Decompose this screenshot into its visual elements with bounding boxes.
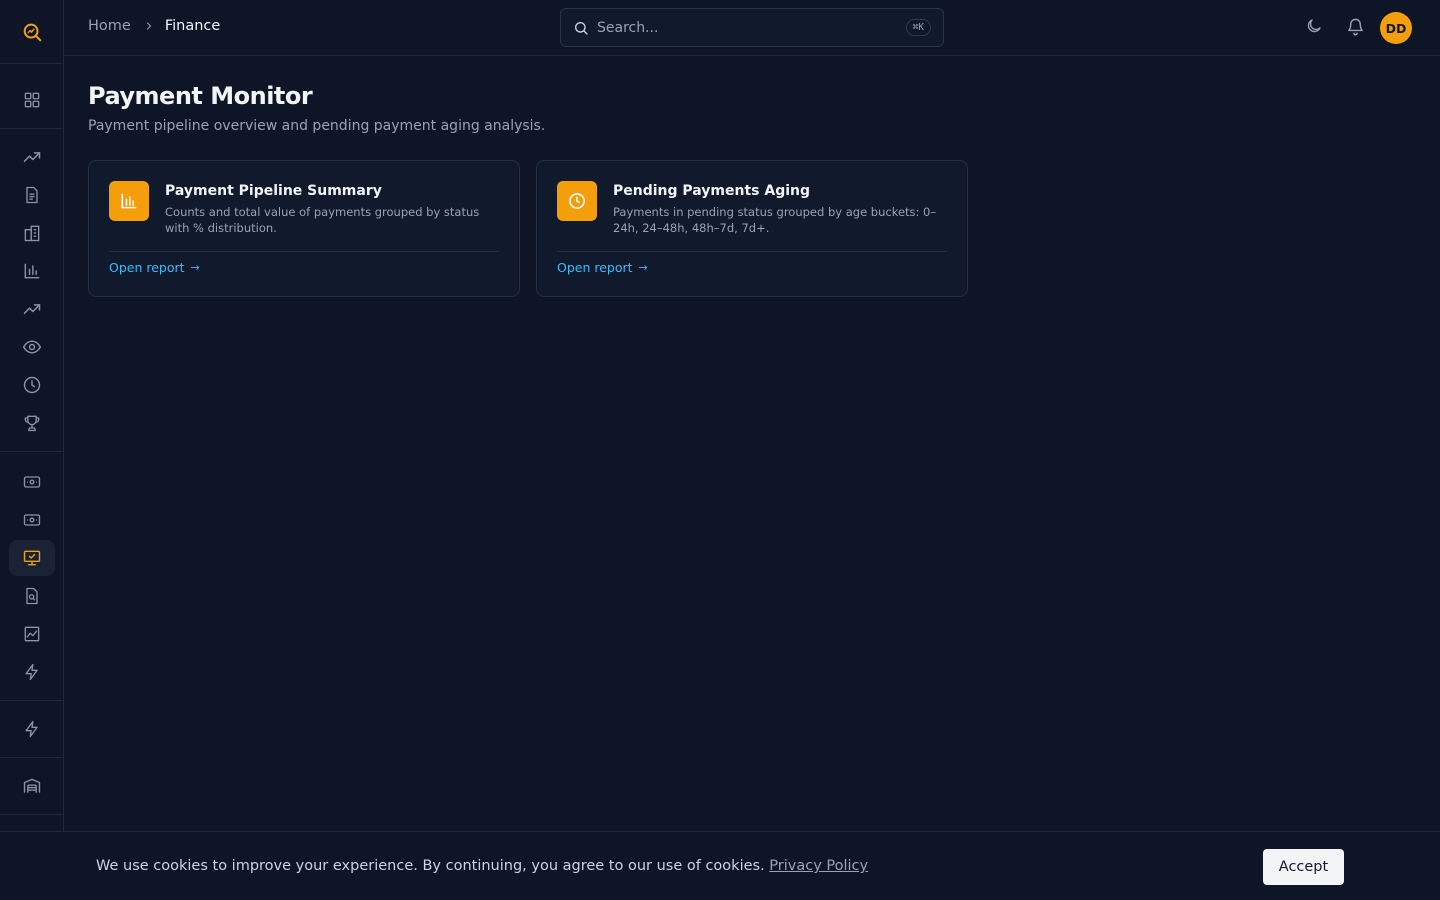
- search-input[interactable]: [597, 19, 906, 36]
- monitor-check-icon: [23, 550, 40, 566]
- sidebar-item-warehouse[interactable]: [9, 768, 55, 804]
- sidebar-item-transactions[interactable]: [9, 502, 55, 538]
- card-description: Payments in pending status grouped by ag…: [613, 205, 937, 235]
- sidebar-item-history[interactable]: [9, 367, 55, 403]
- sidebar-item-achievements[interactable]: [9, 405, 55, 441]
- trending-up-icon: [23, 304, 40, 314]
- cookie-banner: We use cookies to improve your experienc…: [0, 831, 1440, 900]
- sidebar-item-audit[interactable]: [9, 578, 55, 614]
- privacy-policy-link[interactable]: Privacy Policy: [769, 858, 868, 874]
- sidebar-group-actions: [0, 701, 63, 758]
- breadcrumb-current: Finance: [164, 18, 221, 34]
- sidebar-item-quick-actions[interactable]: [9, 711, 55, 747]
- arrow-right-icon: →: [638, 261, 648, 274]
- cookie-message: We use cookies to improve your experienc…: [96, 858, 868, 874]
- sidebar-group-finance: [0, 452, 63, 701]
- clock-icon: [23, 376, 40, 394]
- cookie-text: We use cookies to improve your experienc…: [96, 858, 765, 874]
- keyboard-shortcut-badge: ⌘K: [905, 19, 931, 36]
- lightning-icon: [25, 720, 38, 738]
- file-search-icon: [25, 587, 38, 605]
- search-logo-icon: [23, 23, 41, 41]
- area-chart-icon: [24, 626, 39, 642]
- bar-chart-icon: [24, 263, 39, 279]
- moon-icon[interactable]: [1305, 17, 1323, 35]
- open-report-label: Open report: [109, 260, 185, 275]
- arrow-right-icon: →: [190, 261, 200, 274]
- banknote-icon: [23, 476, 40, 488]
- breadcrumb: Home Finance: [88, 18, 220, 34]
- trending-up-icon: [23, 152, 40, 162]
- report-card-pipeline-summary[interactable]: Payment Pipeline Summary Counts and tota…: [88, 160, 520, 297]
- grid-icon: [24, 92, 39, 108]
- sidebar-item-trends[interactable]: [9, 139, 55, 175]
- open-report-link[interactable]: Open report →: [557, 260, 648, 275]
- report-card-pending-aging[interactable]: Pending Payments Aging Payments in pendi…: [536, 160, 968, 297]
- sidebar-item-buildings[interactable]: [9, 215, 55, 251]
- sidebar-group-warehouse: [0, 758, 63, 815]
- sidebar-item-analytics[interactable]: [9, 616, 55, 652]
- open-report-link[interactable]: Open report →: [109, 260, 200, 275]
- card-title: Payment Pipeline Summary: [165, 183, 382, 199]
- card-title: Pending Payments Aging: [613, 183, 811, 199]
- card-description: Counts and total value of payments group…: [165, 205, 480, 235]
- sidebar-item-automation[interactable]: [9, 654, 55, 690]
- sidebar: [0, 0, 64, 900]
- search-bar[interactable]: ⌘K: [560, 8, 944, 47]
- document-icon: [25, 186, 38, 204]
- eye-icon: [22, 340, 41, 354]
- sidebar-item-dashboard[interactable]: [9, 82, 55, 118]
- search-icon: [573, 20, 589, 36]
- accept-cookies-button[interactable]: Accept: [1263, 849, 1344, 885]
- sidebar-item-documents[interactable]: [9, 177, 55, 213]
- sidebar-item-bar-chart[interactable]: [9, 253, 55, 289]
- logo[interactable]: [0, 0, 63, 64]
- lightning-icon: [25, 663, 38, 681]
- clock-icon: [557, 181, 597, 221]
- top-bar: Home Finance ⌘K DD: [64, 0, 1440, 56]
- sidebar-group-main: [0, 64, 63, 129]
- card-divider: [557, 251, 947, 252]
- banknote-icon: [23, 514, 40, 526]
- breadcrumb-home[interactable]: Home: [88, 18, 131, 34]
- bar-chart-icon: [109, 181, 149, 221]
- building-icon: [24, 225, 39, 242]
- chevron-right-icon: [143, 20, 155, 32]
- card-divider: [109, 251, 499, 252]
- trophy-icon: [24, 415, 39, 432]
- open-report-label: Open report: [557, 260, 633, 275]
- warehouse-icon: [23, 778, 40, 793]
- avatar[interactable]: DD: [1380, 12, 1412, 44]
- bell-icon[interactable]: [1346, 17, 1365, 36]
- sidebar-item-growth[interactable]: [9, 291, 55, 327]
- sidebar-item-payment-monitor[interactable]: [8, 540, 55, 576]
- page-title: Payment Monitor: [88, 82, 313, 110]
- sidebar-item-watch[interactable]: [9, 329, 55, 365]
- sidebar-item-payments[interactable]: [9, 464, 55, 500]
- sidebar-group-reports: [0, 129, 63, 452]
- page-subtitle: Payment pipeline overview and pending pa…: [88, 118, 546, 134]
